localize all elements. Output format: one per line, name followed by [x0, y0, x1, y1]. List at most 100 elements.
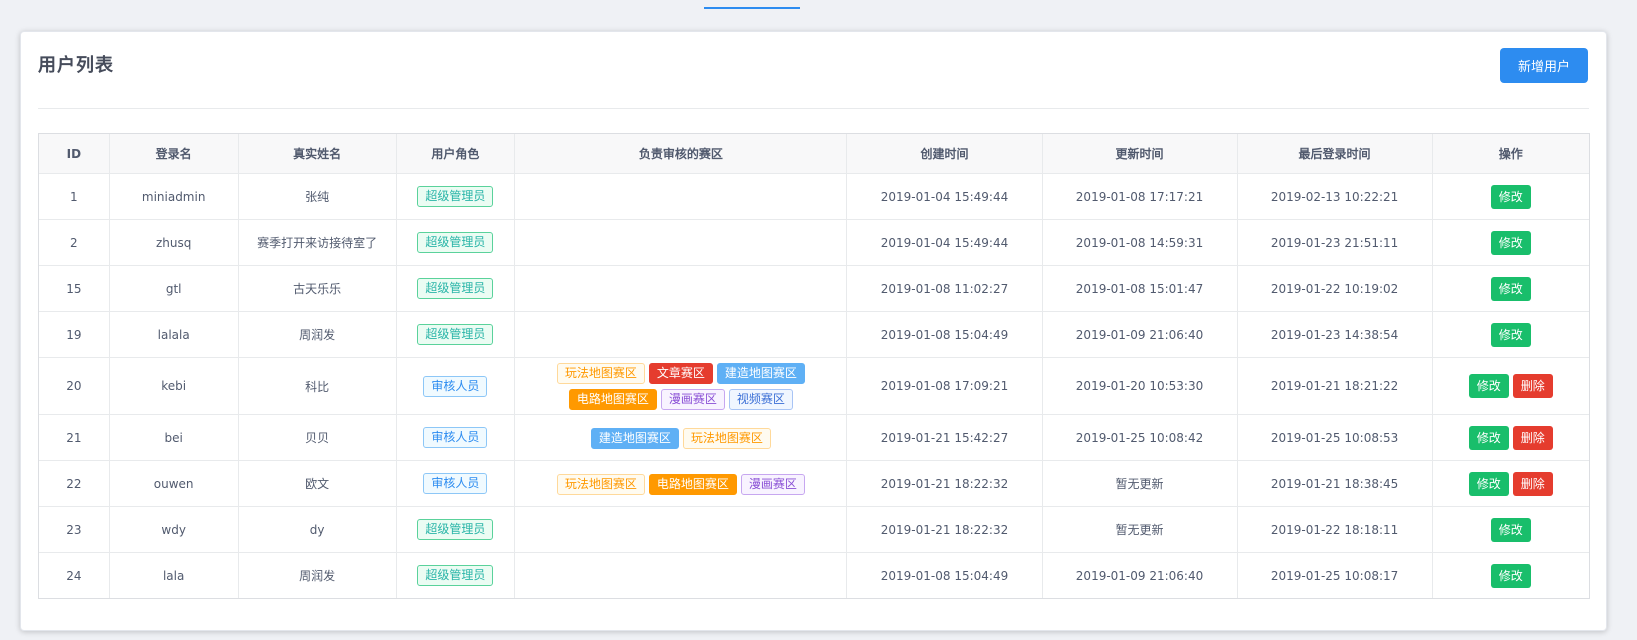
cell-last-login: 2019-01-23 14:38:54: [1237, 311, 1433, 358]
role-tag: 超级管理员: [417, 232, 494, 253]
cell-id: 2: [39, 219, 110, 266]
cell-updated: 2019-01-09 21:06:40: [1042, 311, 1238, 358]
cell-login: wdy: [109, 506, 239, 553]
cell-created: 2019-01-21 18:22:32: [846, 460, 1043, 507]
cell-role: 审核人员: [396, 460, 516, 507]
cell-updated: 2019-01-20 10:53:30: [1042, 357, 1238, 415]
active-tab-indicator: [704, 7, 800, 9]
header-updated[interactable]: 更新时间: [1042, 134, 1238, 174]
edit-button[interactable]: 修改: [1468, 471, 1509, 496]
cell-name: 贝贝: [238, 414, 397, 461]
cell-role: 审核人员: [396, 414, 516, 461]
cell-login: ouwen: [109, 460, 239, 507]
header-login[interactable]: 登录名: [109, 134, 239, 174]
cell-zones: 玩法地图赛区 电路地图赛区 漫画赛区: [514, 460, 848, 507]
cell-updated: 暂无更新: [1042, 460, 1238, 507]
cell-id: 20: [39, 357, 110, 415]
cell-role: 超级管理员: [396, 173, 516, 220]
zone-tag: 电路地图赛区: [568, 389, 657, 410]
header-created[interactable]: 创建时间: [846, 134, 1043, 174]
cell-login: lala: [109, 552, 239, 598]
table-row: 24 lala 周润发 超级管理员 2019-01-08 15:04:49 2019-01…: [39, 552, 1589, 598]
role-tag: 超级管理员: [417, 324, 494, 345]
cell-last-login: 2019-01-23 21:51:11: [1237, 219, 1433, 266]
user-table: ID 登录名 真实姓名 用户角色 负责审核的赛区 创建时间 更新时间 最后登录时…: [38, 133, 1590, 599]
cell-last-login: 2019-01-21 18:21:22: [1237, 357, 1433, 415]
cell-zones: [514, 552, 848, 598]
delete-button[interactable]: 删除: [1512, 425, 1553, 450]
cell-actions: 修改: [1432, 173, 1589, 220]
cell-created: 2019-01-21 18:22:32: [846, 506, 1043, 553]
role-tag: 超级管理员: [417, 565, 494, 586]
user-list-card: 用户列表 新增用户 ID 登录名 真实姓名 用户角色 负责审核的赛区 创建时间 …: [20, 31, 1607, 631]
cell-created: 2019-01-08 15:04:49: [846, 311, 1043, 358]
edit-button[interactable]: 修改: [1490, 230, 1531, 255]
table-row: 22 ouwen 欧文 审核人员 玩法地图赛区 电路地图赛区 漫画赛区 2019-01-21 …: [39, 460, 1589, 507]
role-tag: 超级管理员: [417, 186, 494, 207]
header-last-login[interactable]: 最后登录时间: [1237, 134, 1433, 174]
cell-id: 21: [39, 414, 110, 461]
cell-zones: 玩法地图赛区 文章赛区 建造地图赛区 电路地图赛区 漫画赛区 视频赛区: [514, 357, 848, 415]
cell-actions: 修改 删除: [1432, 414, 1589, 461]
cell-id: 1: [39, 173, 110, 220]
role-tag: 审核人员: [423, 375, 488, 397]
role-tag: 超级管理员: [417, 278, 494, 299]
cell-last-login: 2019-02-13 10:22:21: [1237, 173, 1433, 220]
cell-role: 超级管理员: [396, 506, 516, 553]
cell-zones: [514, 219, 848, 266]
cell-updated: 2019-01-08 15:01:47: [1042, 265, 1238, 312]
cell-name: 科比: [238, 357, 397, 415]
zone-tag: 玩法地图赛区: [556, 473, 645, 495]
edit-button[interactable]: 修改: [1490, 563, 1531, 588]
cell-created: 2019-01-08 17:09:21: [846, 357, 1043, 415]
cell-login: zhusq: [109, 219, 239, 266]
cell-role: 超级管理员: [396, 552, 516, 598]
cell-role: 超级管理员: [396, 219, 516, 266]
cell-role: 审核人员: [396, 357, 516, 415]
edit-button[interactable]: 修改: [1468, 425, 1509, 450]
edit-button[interactable]: 修改: [1468, 374, 1509, 398]
zone-tag: 建造地图赛区: [590, 427, 679, 449]
cell-name: 周润发: [238, 311, 397, 358]
header-name[interactable]: 真实姓名: [238, 134, 397, 174]
edit-button[interactable]: 修改: [1490, 517, 1531, 542]
zone-tag: 漫画赛区: [740, 473, 805, 495]
cell-id: 19: [39, 311, 110, 358]
cell-actions: 修改: [1432, 506, 1589, 553]
cell-login: lalala: [109, 311, 239, 358]
page-title: 用户列表: [38, 55, 114, 76]
top-nav-bar: [0, 0, 1637, 10]
edit-button[interactable]: 修改: [1490, 322, 1531, 347]
cell-actions: 修改: [1432, 311, 1589, 358]
cell-role: 超级管理员: [396, 311, 516, 358]
cell-updated: 暂无更新: [1042, 506, 1238, 553]
add-user-button[interactable]: 新增用户: [1500, 48, 1588, 83]
cell-created: 2019-01-08 15:04:49: [846, 552, 1043, 598]
cell-name: 赛季打开来访接待室了: [238, 219, 397, 266]
table-row: 2 zhusq 赛季打开来访接待室了 超级管理员 2019-01-04 15:49:44…: [39, 219, 1589, 266]
cell-actions: 修改 删除: [1432, 460, 1589, 507]
cell-updated: 2019-01-08 17:17:21: [1042, 173, 1238, 220]
cell-name: dy: [238, 506, 397, 553]
delete-button[interactable]: 删除: [1512, 374, 1553, 398]
edit-button[interactable]: 修改: [1490, 184, 1531, 209]
table-row: 23 wdy dy 超级管理员 2019-01-21 18:22:32 暂无更新 2019-…: [39, 506, 1589, 553]
edit-button[interactable]: 修改: [1490, 276, 1531, 301]
cell-actions: 修改: [1432, 219, 1589, 266]
cell-id: 22: [39, 460, 110, 507]
role-tag: 审核人员: [423, 427, 488, 448]
cell-zones: 建造地图赛区 玩法地图赛区: [514, 414, 848, 461]
zone-tag: 建造地图赛区: [716, 363, 805, 384]
delete-button[interactable]: 删除: [1512, 471, 1553, 496]
zone-tag: 电路地图赛区: [648, 473, 737, 495]
role-tag: 审核人员: [423, 473, 488, 494]
cell-created: 2019-01-04 15:49:44: [846, 219, 1043, 266]
header-id[interactable]: ID: [39, 134, 110, 174]
header-zones[interactable]: 负责审核的赛区: [514, 134, 848, 174]
table-header-row: ID 登录名 真实姓名 用户角色 负责审核的赛区 创建时间 更新时间 最后登录时…: [39, 134, 1589, 174]
table-row: 15 gtl 古天乐乐 超级管理员 2019-01-08 11:02:27 2019-01…: [39, 265, 1589, 312]
cell-last-login: 2019-01-21 18:38:45: [1237, 460, 1433, 507]
cell-role: 超级管理员: [396, 265, 516, 312]
header-role[interactable]: 用户角色: [396, 134, 516, 174]
zone-tag: 漫画赛区: [660, 389, 725, 410]
